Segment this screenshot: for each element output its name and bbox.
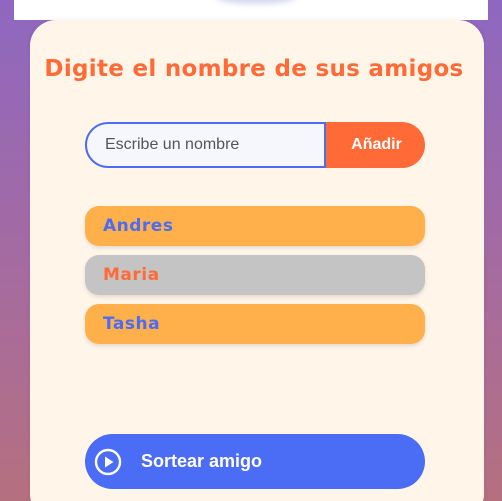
list-item[interactable]: Tasha <box>85 304 425 344</box>
play-circle-icon <box>94 448 122 476</box>
name-input[interactable] <box>85 122 326 168</box>
add-friend-form: Añadir <box>85 122 425 168</box>
list-item[interactable]: Maria <box>85 255 425 295</box>
add-button[interactable]: Añadir <box>326 122 425 168</box>
friend-list: Andres Maria Tasha <box>85 206 425 353</box>
page-title: Digite el nombre de sus amigos <box>44 56 464 82</box>
draw-friend-button[interactable]: Sortear amigo <box>85 434 425 489</box>
draw-button-label: Sortear amigo <box>141 451 263 471</box>
list-item[interactable]: Andres <box>85 206 425 246</box>
